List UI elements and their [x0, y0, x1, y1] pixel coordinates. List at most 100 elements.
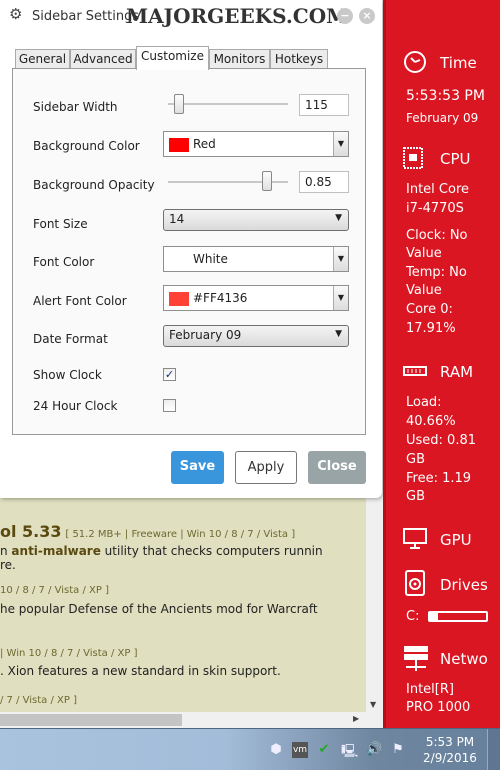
- background-color-label: Background Color: [33, 139, 140, 153]
- monitor-icon: [403, 528, 427, 549]
- gear-icon: ⚙: [9, 5, 23, 23]
- drive-c-label: C:: [406, 609, 420, 624]
- sidebar-text: 40.66%: [406, 414, 456, 429]
- sidebar-text: Core 0:: [406, 302, 453, 317]
- date-format-label: Date Format: [33, 332, 108, 346]
- show-clock-label: Show Clock: [33, 368, 102, 382]
- network-heading: Netwo: [440, 650, 488, 668]
- font-color-value: White: [193, 252, 228, 266]
- show-desktop-button[interactable]: [487, 729, 500, 770]
- chevron-down-icon[interactable]: ▼: [333, 247, 348, 271]
- minimize-button[interactable]: −: [337, 8, 353, 24]
- alert-font-color-combo[interactable]: #FF4136 ▼: [163, 285, 349, 311]
- text: . Xion features a new standard in skin s…: [0, 664, 281, 678]
- vertical-scrollbar[interactable]: ▼: [366, 498, 383, 712]
- sidebar-width-label: Sidebar Width: [33, 100, 118, 114]
- background-opacity-input[interactable]: 0.85: [299, 171, 349, 193]
- settings-dialog: ⚙ Sidebar Settings MAJORGEEKS.COM − × Ge…: [0, 0, 382, 498]
- watermark-logo: MAJORGEEKS.COM: [126, 4, 349, 28]
- 24-hour-clock-checkbox[interactable]: [163, 399, 176, 412]
- network-tray-icon[interactable]: 🖳: [341, 742, 358, 759]
- article-meta: / 7 / Vista / XP ]: [0, 695, 77, 706]
- show-clock-checkbox[interactable]: ✓: [163, 368, 176, 381]
- cpu-heading: CPU: [440, 150, 471, 168]
- time-heading: Time: [440, 54, 477, 72]
- scroll-right-icon[interactable]: ▶: [353, 714, 359, 723]
- sidebar-text: GB: [406, 452, 425, 467]
- network-server-icon: [404, 646, 428, 671]
- background-webpage: ol 5.33 [ 51.2 MB+ | Freeware | Win 10 /…: [0, 498, 366, 712]
- tab-customize[interactable]: Customize: [136, 46, 209, 70]
- dialog-title: Sidebar Settings: [32, 9, 140, 24]
- date-format-select[interactable]: February 09 ▼: [163, 325, 349, 347]
- gpu-heading: GPU: [440, 531, 472, 549]
- ram-heading: RAM: [440, 363, 474, 381]
- sidebar-text: Free: 1.19: [406, 471, 472, 486]
- sidebar-widget: Time 5:53:53 PM February 09 CPU Intel Co…: [383, 0, 500, 728]
- background-opacity-label: Background Opacity: [33, 178, 155, 192]
- volume-icon[interactable]: 🔊: [366, 742, 382, 758]
- close-button[interactable]: Close: [308, 451, 366, 484]
- font-size-select[interactable]: 14 ▼: [163, 209, 349, 231]
- action-center-flag-icon[interactable]: ⚑: [390, 742, 406, 758]
- time-date: February 09: [406, 111, 479, 125]
- text: re.: [0, 558, 16, 572]
- color-swatch: [169, 253, 189, 267]
- sidebar-text: Used: 0.81: [406, 433, 476, 448]
- sidebar-text: Temp: No: [406, 265, 467, 280]
- alert-font-color-label: Alert Font Color: [33, 294, 127, 308]
- tab-monitors[interactable]: Monitors: [209, 49, 270, 69]
- sidebar-text: GB: [406, 489, 425, 504]
- color-swatch: [169, 138, 189, 152]
- sidebar-text: Load:: [406, 395, 442, 410]
- background-color-combo[interactable]: Red ▼: [163, 131, 349, 157]
- font-size-value: 14: [169, 212, 185, 226]
- scroll-down-icon[interactable]: ▼: [370, 700, 376, 709]
- apply-button[interactable]: Apply: [235, 451, 297, 484]
- tab-hotkeys[interactable]: Hotkeys: [270, 49, 328, 69]
- sidebar-width-input[interactable]: 115: [299, 94, 349, 116]
- text: utility that checks computers runnin: [100, 544, 323, 558]
- save-button[interactable]: Save: [171, 451, 224, 484]
- chevron-down-icon: ▼: [335, 329, 342, 339]
- usb-safe-remove-icon[interactable]: ✔: [316, 742, 332, 758]
- tab-general[interactable]: General: [15, 49, 70, 69]
- text: n: [0, 544, 12, 558]
- link[interactable]: anti-malware: [11, 544, 100, 558]
- drive-c-usage-bar: [428, 611, 488, 622]
- article-meta: | Win 10 / 8 / 7 / Vista / XP ]: [0, 648, 138, 659]
- sidebar-width-slider[interactable]: [168, 103, 288, 105]
- chevron-down-icon: ▼: [335, 213, 342, 223]
- 24-hour-clock-label: 24 Hour Clock: [33, 399, 118, 413]
- taskbar-date: 2/9/2016: [423, 751, 477, 765]
- article-title[interactable]: ol 5.33: [0, 522, 62, 541]
- ram-icon: [403, 366, 427, 376]
- sidebar-text: Value: [406, 283, 442, 298]
- sidebar-text: Intel Core: [406, 182, 470, 197]
- tab-advanced[interactable]: Advanced: [70, 49, 136, 69]
- text: he popular Defense of the Ancients mod f…: [0, 602, 318, 616]
- font-color-combo[interactable]: White ▼: [163, 246, 349, 272]
- alert-font-color-value: #FF4136: [193, 291, 248, 305]
- chevron-down-icon[interactable]: ▼: [333, 132, 348, 156]
- background-opacity-slider-thumb[interactable]: [261, 171, 272, 191]
- clock-icon: [404, 51, 426, 73]
- vmware-tray-icon[interactable]: vm: [292, 742, 308, 758]
- taskbar-time: 5:53 PM: [425, 735, 475, 749]
- background-color-value: Red: [193, 137, 216, 151]
- sidebar-text: Clock: No: [406, 228, 468, 243]
- sidebar-text: Intel[R]: [406, 682, 454, 697]
- close-window-button[interactable]: ×: [359, 8, 375, 24]
- hard-drive-icon: [405, 570, 425, 596]
- article-meta: [ 51.2 MB+ | Freeware | Win 10 / 8 / 7 /…: [65, 529, 296, 540]
- sidebar-width-slider-thumb[interactable]: [173, 94, 184, 114]
- cpu-icon: [403, 147, 423, 169]
- date-format-value: February 09: [169, 328, 242, 342]
- horizontal-scroll-thumb[interactable]: [0, 714, 182, 726]
- sidebar-text: Value: [406, 246, 442, 261]
- chevron-down-icon[interactable]: ▼: [333, 286, 348, 310]
- taskbar-clock[interactable]: 5:53 PM 2/9/2016: [418, 734, 482, 766]
- virtualbox-tray-icon[interactable]: ⬢: [268, 742, 284, 758]
- font-size-label: Font Size: [33, 217, 88, 231]
- sidebar-text: i7-4770S: [406, 201, 464, 216]
